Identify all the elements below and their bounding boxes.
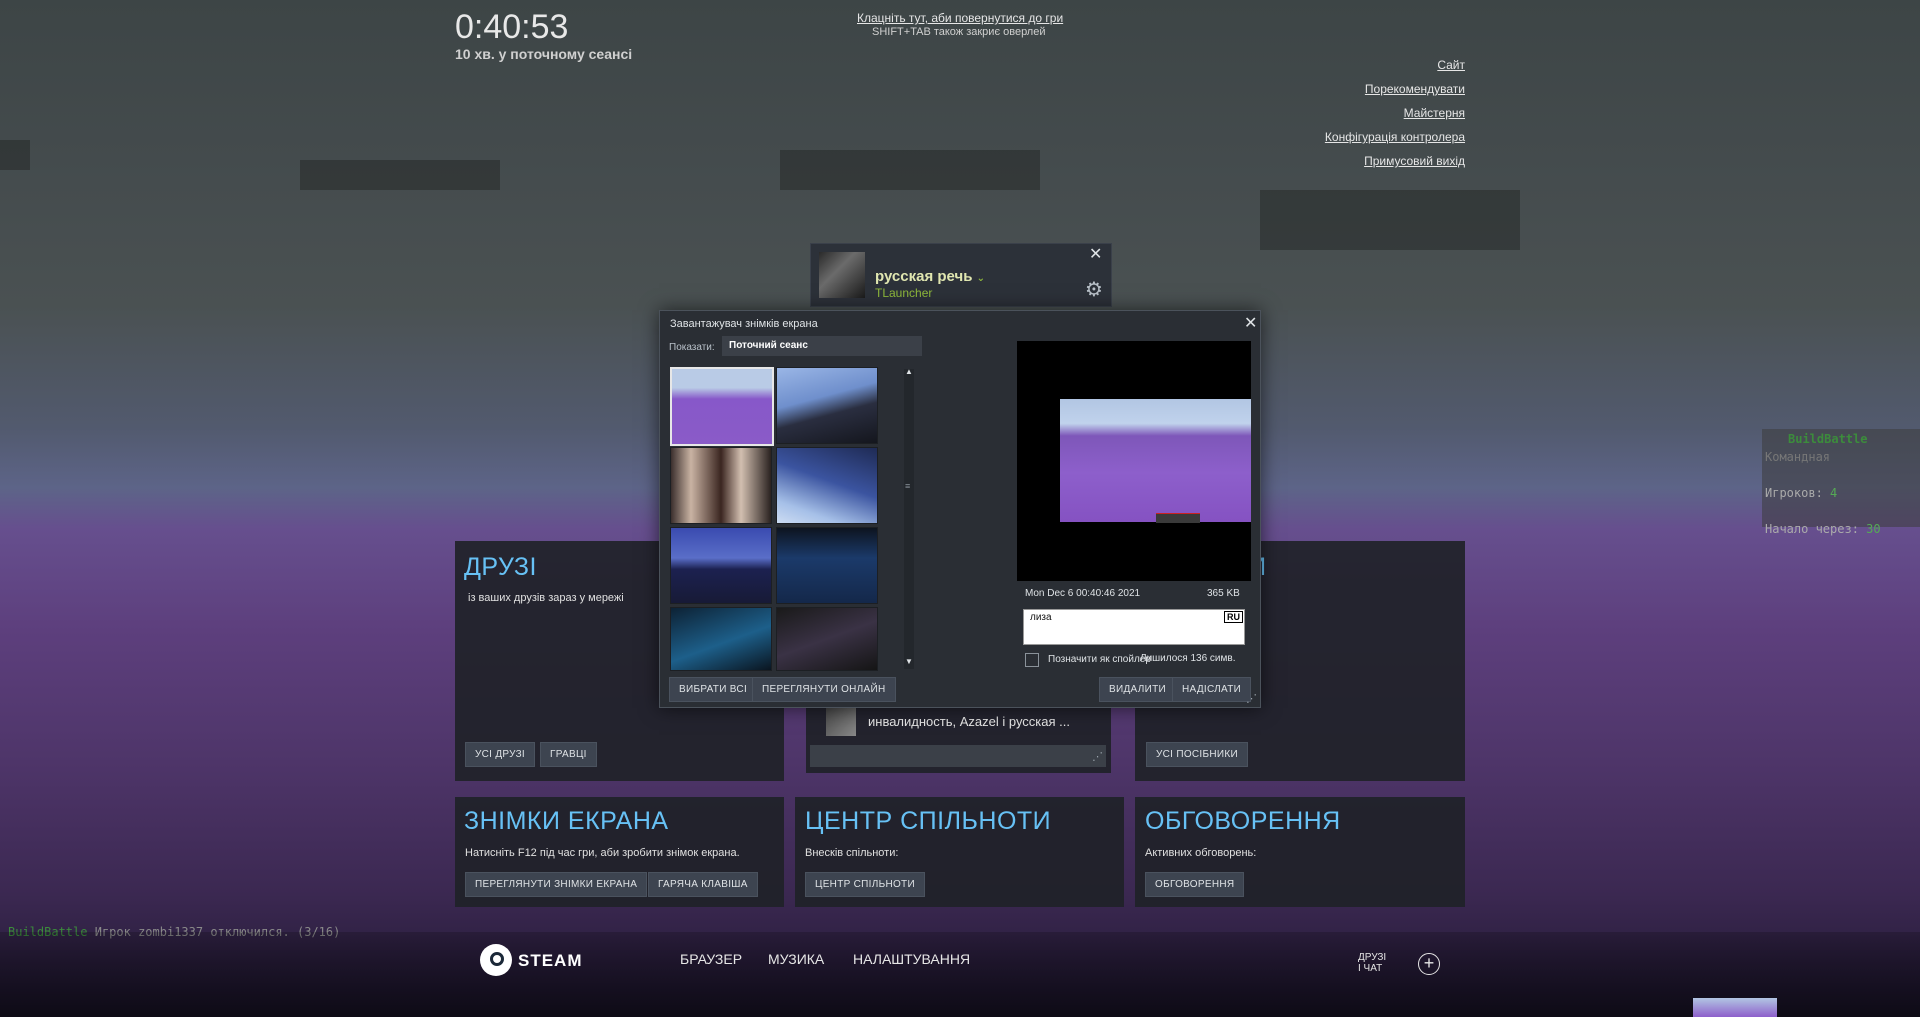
preview-image bbox=[1060, 399, 1251, 523]
overlay-links: Сайт Порекомендувати Майстерня Конфігура… bbox=[1325, 58, 1465, 178]
show-label: Показати: bbox=[669, 342, 715, 353]
close-icon[interactable]: ✕ bbox=[1089, 247, 1102, 263]
players-button[interactable]: ГРАВЦІ bbox=[540, 742, 597, 767]
gear-icon[interactable]: ⚙ bbox=[1085, 280, 1103, 300]
friends-title: ДРУЗІ bbox=[464, 553, 537, 581]
friend-card: русская речь ⌄ TLauncher ✕ ⚙ bbox=[810, 243, 1112, 307]
chat-group-input[interactable] bbox=[810, 745, 1106, 767]
community-text: Внесків спільноти: bbox=[805, 847, 899, 859]
friends-chat-button[interactable]: ДРУЗІ І ЧАТ bbox=[1358, 952, 1386, 974]
send-button[interactable]: НАДІСЛАТИ bbox=[1172, 677, 1252, 702]
session-subtitle: 10 хв. у поточному сеансі bbox=[455, 46, 633, 62]
thumbnail-scrollbar[interactable]: ▲ ≡ ▼ bbox=[904, 367, 914, 669]
resize-handle-icon[interactable]: ⋰ bbox=[1246, 692, 1257, 705]
chat-group-panel: инвалидность, Azazel і русская ... ⋰ bbox=[806, 700, 1111, 773]
return-to-game-link[interactable]: Клацніть тут, аби повернутися до гри bbox=[857, 11, 1063, 25]
screenshot-notification-thumbnail[interactable] bbox=[1693, 998, 1777, 1017]
screenshot-thumbnail[interactable] bbox=[776, 607, 878, 671]
friend-game: TLauncher bbox=[875, 286, 933, 300]
link-site[interactable]: Сайт bbox=[1325, 58, 1465, 72]
community-title: ЦЕНТР СПІЛЬНОТИ bbox=[805, 807, 1052, 835]
return-hint: SHIFT+TAB також закриє оверлей bbox=[872, 26, 1046, 38]
screenshots-panel: ЗНІМКИ ЕКРАНА Натисніть F12 під час гри,… bbox=[455, 797, 784, 907]
dialog-title: Завантажувач знімків екрана bbox=[670, 318, 818, 330]
screenshot-uploader-dialog: Завантажувач знімків екрана ✕ Показати: … bbox=[659, 310, 1261, 708]
scroll-up-icon[interactable]: ▲ bbox=[905, 367, 913, 376]
link-workshop[interactable]: Майстерня bbox=[1325, 106, 1465, 120]
preview-hotbar bbox=[1156, 513, 1200, 523]
scroll-down-icon[interactable]: ▼ bbox=[905, 657, 913, 666]
spoiler-checkbox[interactable] bbox=[1025, 653, 1039, 667]
discussions-text: Активних обговорень: bbox=[1145, 847, 1257, 859]
all-guides-button[interactable]: УСІ ПОСІБНИКИ bbox=[1146, 742, 1248, 767]
add-friend-icon[interactable]: + bbox=[1418, 953, 1440, 975]
session-select[interactable]: Поточний сеанс bbox=[722, 336, 922, 356]
chat-group-name[interactable]: инвалидность, Azazel і русская ... bbox=[868, 714, 1070, 729]
chars-left: Лишилося 136 симв. bbox=[1140, 653, 1236, 664]
delete-button[interactable]: ВИДАЛИТИ bbox=[1099, 677, 1176, 702]
game-world-block bbox=[1260, 190, 1520, 250]
friends-online-text: із ваших друзів зараз у мережі bbox=[468, 592, 624, 604]
language-badge: RU bbox=[1224, 611, 1243, 623]
close-icon[interactable]: ✕ bbox=[1244, 316, 1257, 332]
select-all-button[interactable]: ВИБРАТИ ВСІ bbox=[669, 677, 758, 702]
discussions-button[interactable]: ОБГОВОРЕННЯ bbox=[1145, 872, 1245, 897]
community-panel: ЦЕНТР СПІЛЬНОТИ Внесків спільноти: ЦЕНТР… bbox=[795, 797, 1124, 907]
nav-settings[interactable]: НАЛАШТУВАННЯ bbox=[853, 951, 970, 967]
game-world-block bbox=[780, 150, 1040, 190]
session-time: 0:40:53 bbox=[455, 8, 569, 46]
screenshots-title: ЗНІМКИ ЕКРАНА bbox=[464, 807, 669, 835]
game-world-block bbox=[0, 140, 30, 170]
screenshots-hint: Натисніть F12 під час гри, аби зробити з… bbox=[465, 847, 740, 859]
screenshot-thumbnail[interactable] bbox=[670, 527, 772, 604]
avatar[interactable] bbox=[819, 252, 865, 298]
hotkey-button[interactable]: ГАРЯЧА КЛАВІША bbox=[648, 872, 758, 897]
scroll-thumb[interactable]: ≡ bbox=[905, 481, 910, 491]
screenshot-thumbnail[interactable] bbox=[776, 447, 878, 524]
view-online-button[interactable]: ПЕРЕГЛЯНУТИ ОНЛАЙН bbox=[752, 677, 896, 702]
spoiler-label: Позначити як спойлер bbox=[1048, 654, 1151, 665]
scoreboard-mode: Командная bbox=[1765, 450, 1831, 464]
caption-input[interactable]: лиза RU bbox=[1023, 609, 1245, 645]
chat-group-avatar bbox=[826, 706, 856, 736]
screenshot-thumbnail[interactable] bbox=[776, 367, 878, 444]
screenshot-thumbnail[interactable] bbox=[670, 607, 772, 671]
scoreboard-title: BuildBattle bbox=[1788, 432, 1868, 446]
steam-logo-icon[interactable] bbox=[480, 944, 512, 976]
view-screenshots-button[interactable]: ПЕРЕГЛЯНУТИ ЗНІМКИ ЕКРАНА bbox=[465, 872, 648, 897]
screenshot-thumbnail[interactable] bbox=[776, 527, 878, 604]
steam-logo-text[interactable]: STEAM bbox=[518, 951, 583, 971]
game-world-block bbox=[300, 160, 500, 190]
discussions-panel: ОБГОВОРЕННЯ Активних обговорень: ОБГОВОР… bbox=[1135, 797, 1465, 907]
friend-name[interactable]: русская речь ⌄ bbox=[875, 268, 985, 285]
screenshot-date: Mon Dec 6 00:40:46 2021 bbox=[1025, 588, 1141, 599]
scoreboard-players: Игроков: 4 bbox=[1765, 486, 1838, 500]
caption-text: лиза bbox=[1030, 612, 1052, 623]
scoreboard-start: Начало через: 30 bbox=[1765, 522, 1881, 536]
screenshot-preview bbox=[1017, 341, 1251, 581]
link-controller-config[interactable]: Конфігурація контролера bbox=[1325, 130, 1465, 144]
community-hub-button[interactable]: ЦЕНТР СПІЛЬНОТИ bbox=[805, 872, 925, 897]
link-force-quit[interactable]: Примусовий вихід bbox=[1325, 154, 1465, 168]
chevron-down-icon[interactable]: ⌄ bbox=[977, 273, 985, 284]
all-friends-button[interactable]: УСІ ДРУЗІ bbox=[465, 742, 536, 767]
discussions-title: ОБГОВОРЕННЯ bbox=[1145, 807, 1341, 835]
screenshot-size: 365 KB bbox=[1207, 588, 1240, 599]
link-recommend[interactable]: Порекомендувати bbox=[1325, 82, 1465, 96]
screenshot-thumbnail[interactable] bbox=[670, 367, 774, 446]
overlay-bottom-bar bbox=[0, 932, 1920, 1017]
game-scoreboard: BuildBattle Командная Игроков: 4 Начало … bbox=[1762, 429, 1920, 536]
screenshot-thumbnail[interactable] bbox=[670, 447, 772, 524]
resize-handle-icon[interactable]: ⋰ bbox=[1092, 750, 1103, 763]
nav-music[interactable]: МУЗИКА bbox=[768, 951, 824, 967]
nav-browser[interactable]: БРАУЗЕР bbox=[680, 951, 742, 967]
